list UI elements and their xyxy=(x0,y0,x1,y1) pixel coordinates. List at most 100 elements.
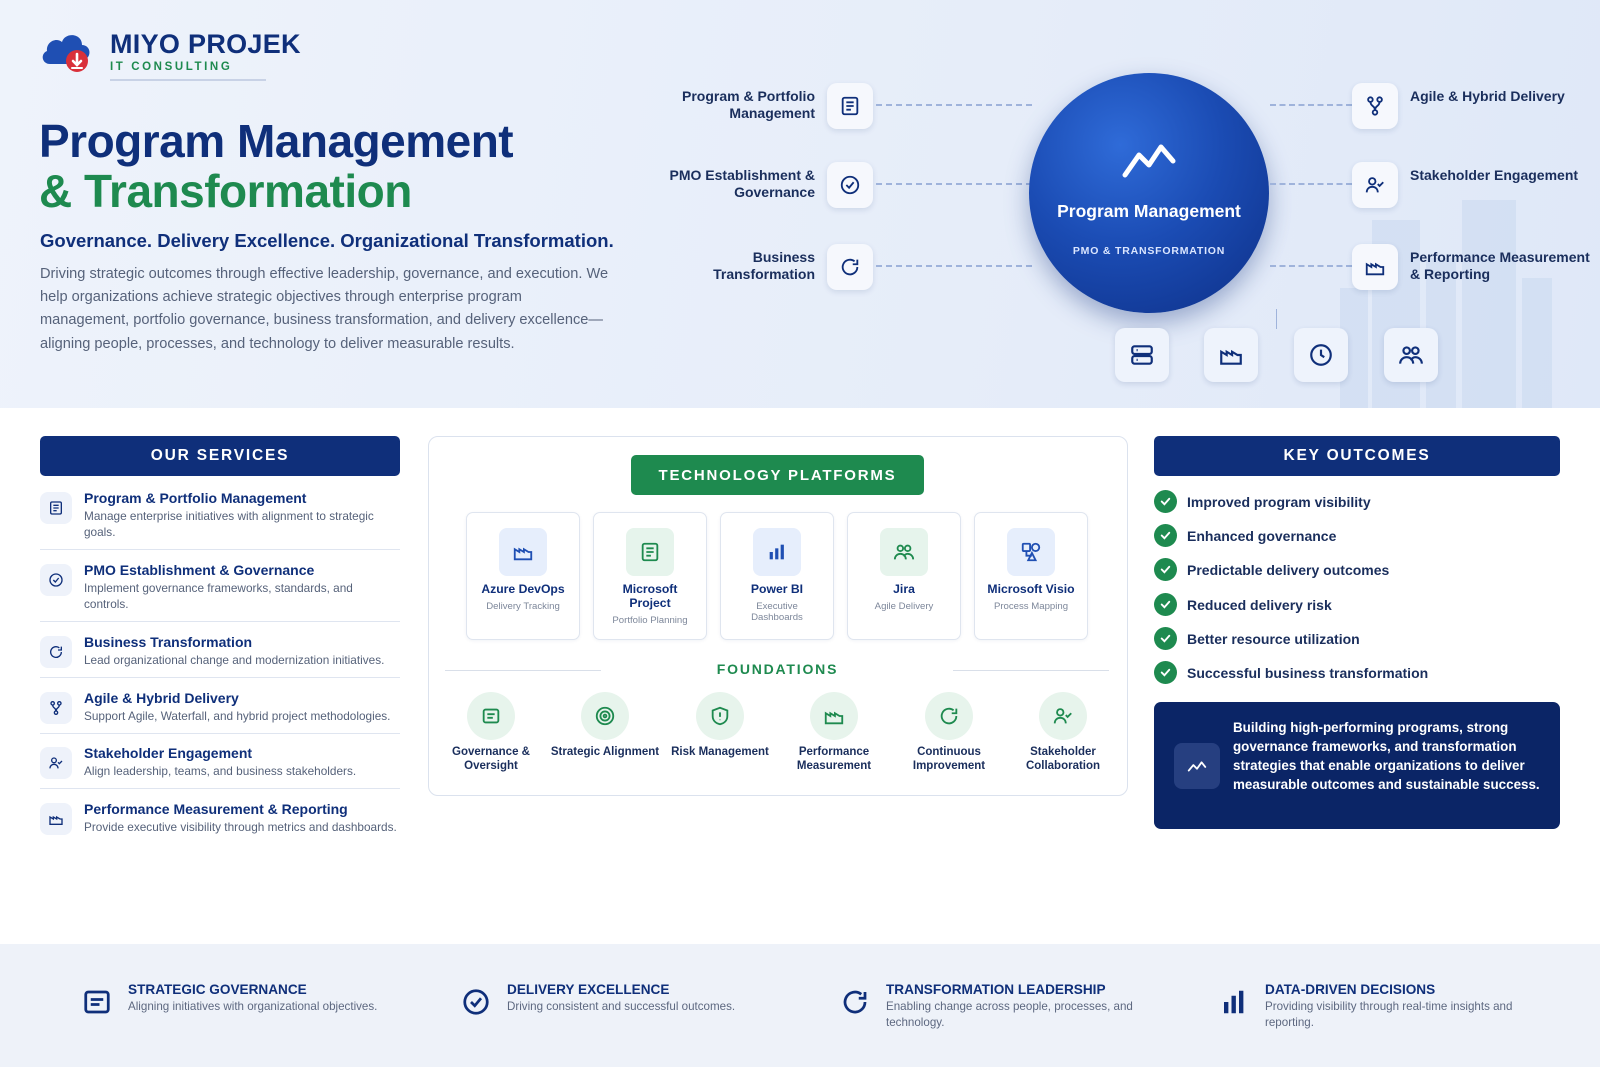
page-title: Program Management & Transformation xyxy=(39,115,514,217)
service-desc: Manage enterprise initiatives with align… xyxy=(84,509,374,539)
users-icon[interactable] xyxy=(1384,328,1438,382)
user-check-icon xyxy=(40,747,72,779)
trend-line-icon xyxy=(1119,139,1179,188)
services-heading: OUR SERVICES xyxy=(40,436,400,476)
document-icon[interactable] xyxy=(827,83,873,129)
foundation-label: Performance Measurement xyxy=(796,746,872,772)
connector-line xyxy=(1270,183,1352,185)
branch-icon[interactable] xyxy=(1352,83,1398,129)
outcomes-heading: KEY OUTCOMES xyxy=(1154,436,1560,476)
foundation-item: Governance & Oversight xyxy=(436,692,546,773)
outcome-text: Improved program visibility xyxy=(1187,493,1371,510)
foundation-item: Continuous Improvement xyxy=(894,692,1004,773)
service-title: Program & Portfolio Management xyxy=(84,490,307,506)
service-desc: Implement governance frameworks, standar… xyxy=(84,581,353,611)
platform-card[interactable]: Microsoft Project Portfolio Planning xyxy=(593,512,707,640)
connector-line xyxy=(1270,265,1352,267)
bar-chart-icon xyxy=(753,528,801,576)
foundation-item: Stakeholder Collaboration xyxy=(1008,692,1118,773)
bar-chart-icon xyxy=(1217,985,1251,1019)
outcome-item: Successful business transformation xyxy=(1154,661,1428,684)
brand-divider xyxy=(110,79,266,81)
divider xyxy=(445,670,601,671)
title-line-2: & Transformation xyxy=(39,165,412,217)
service-item[interactable]: Agile & Hybrid Delivery Support Agile, Wa… xyxy=(40,690,400,724)
factory-icon xyxy=(499,528,547,576)
platform-name: Azure DevOps xyxy=(481,582,565,596)
check-icon xyxy=(1154,593,1177,616)
footer-title: STRATEGIC GOVERNANCE xyxy=(128,982,307,997)
refresh-icon[interactable] xyxy=(827,244,873,290)
document-icon xyxy=(80,985,114,1019)
foundation-item: Risk Management xyxy=(665,692,775,759)
diagram-label-business-transformation: Business Transformation xyxy=(713,249,815,282)
foundation-label: Risk Management xyxy=(671,746,769,758)
branch-icon xyxy=(40,692,72,724)
program-management-hub[interactable]: Program Management PMO & TRANSFORMATION xyxy=(1029,73,1269,313)
refresh-icon xyxy=(925,692,973,740)
foundation-label: Continuous Improvement xyxy=(912,746,986,772)
server-icon[interactable] xyxy=(1115,328,1169,382)
check-icon xyxy=(1154,490,1177,513)
service-item[interactable]: Business Transformation Lead organization… xyxy=(40,634,400,668)
check-circle-icon[interactable] xyxy=(827,162,873,208)
check-circle-icon xyxy=(40,564,72,596)
factory-icon[interactable] xyxy=(1352,244,1398,290)
outcome-text: Predictable delivery outcomes xyxy=(1187,561,1390,578)
document-icon xyxy=(40,492,72,524)
brand-logo[interactable]: MIYO PROJEK IT CONSULTING xyxy=(40,28,301,81)
service-item[interactable]: Stakeholder Engagement Align leadership, … xyxy=(40,745,400,779)
footer-pillar: STRATEGIC GOVERNANCE Aligning initiatives… xyxy=(80,982,398,1019)
connector-line xyxy=(876,183,1032,185)
service-desc: Provide executive visibility through met… xyxy=(84,820,397,834)
hero-section: MIYO PROJEK IT CONSULTING Program Manage… xyxy=(0,0,1600,408)
platform-sub: Agile Delivery xyxy=(874,601,934,612)
service-item[interactable]: Performance Measurement & Reporting Provi… xyxy=(40,801,400,835)
factory-icon[interactable] xyxy=(1204,328,1258,382)
diagram-label-performance: Performance Measurement & Reporting xyxy=(1410,249,1590,282)
platform-sub: Portfolio Planning xyxy=(612,615,688,626)
service-title: PMO Establishment & Governance xyxy=(84,562,315,578)
platform-card[interactable]: Jira Agile Delivery xyxy=(847,512,961,640)
outcome-item: Better resource utilization xyxy=(1154,627,1360,650)
hub-connector xyxy=(1276,309,1277,329)
footer-desc: Enabling change across people, processes… xyxy=(886,1000,1133,1029)
connector-line xyxy=(876,104,1032,106)
divider xyxy=(953,670,1109,671)
hub-title: Program Management xyxy=(1057,201,1241,221)
footer-pillar: DATA-DRIVEN DECISIONS Providing visibilit… xyxy=(1217,982,1535,1030)
diagram-label-pmo: PMO Establishment & Governance xyxy=(669,167,815,200)
shapes-icon xyxy=(1007,528,1055,576)
platform-card[interactable]: Azure DevOps Delivery Tracking xyxy=(466,512,580,640)
factory-icon xyxy=(810,692,858,740)
clock-icon[interactable] xyxy=(1294,328,1348,382)
platform-sub: Process Mapping xyxy=(993,601,1069,612)
platform-card[interactable]: Power BI Executive Dashboards xyxy=(720,512,834,640)
document-icon xyxy=(467,692,515,740)
technology-heading: TECHNOLOGY PLATFORMS xyxy=(631,455,924,495)
outcome-text: Enhanced governance xyxy=(1187,527,1337,544)
brand-tagline: IT CONSULTING xyxy=(110,61,233,73)
platform-card[interactable]: Microsoft Visio Process Mapping xyxy=(974,512,1088,640)
platform-name: Power BI xyxy=(750,582,804,596)
service-item[interactable]: Program & Portfolio Management Manage ent… xyxy=(40,490,400,540)
foundation-label: Stakeholder Collaboration xyxy=(1025,746,1101,772)
service-title: Performance Measurement & Reporting xyxy=(84,801,348,817)
diagram-label-agile: Agile & Hybrid Delivery xyxy=(1410,88,1565,104)
check-icon xyxy=(1154,661,1177,684)
decorative-bars xyxy=(1340,178,1600,408)
service-item[interactable]: PMO Establishment & Governance Implement … xyxy=(40,562,400,612)
hub-subtitle: PMO & TRANSFORMATION xyxy=(1072,245,1226,257)
shield-icon xyxy=(696,692,744,740)
connector-line xyxy=(1270,104,1352,106)
title-line-1: Program Management xyxy=(39,115,514,167)
foundation-label: Governance & Oversight xyxy=(452,746,530,772)
hero-description: Driving strategic outcomes through effec… xyxy=(40,266,609,352)
service-desc: Lead organizational change and moderniza… xyxy=(84,653,385,667)
footer-desc: Providing visibility through real-time i… xyxy=(1265,1000,1513,1029)
divider xyxy=(40,788,400,789)
outcome-text: Reduced delivery risk xyxy=(1187,596,1332,613)
outcome-item: Predictable delivery outcomes xyxy=(1154,558,1389,581)
check-circle-icon xyxy=(459,985,493,1019)
user-check-icon[interactable] xyxy=(1352,162,1398,208)
